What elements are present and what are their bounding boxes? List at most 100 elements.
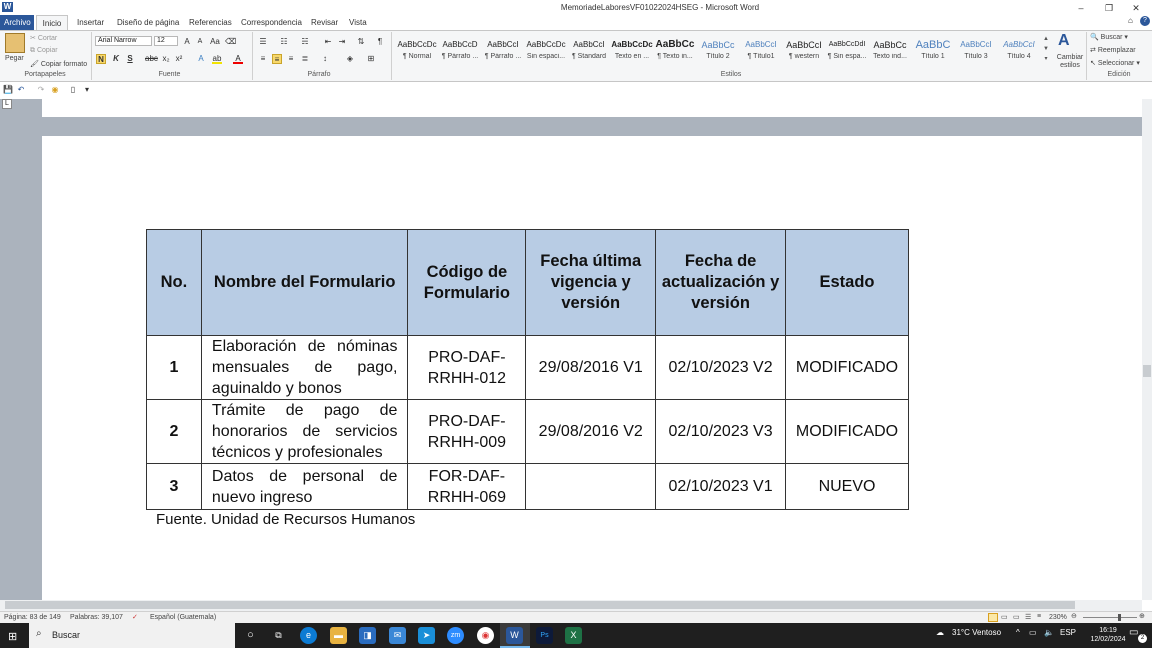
style-western[interactable]: AaBbCcI ¶ western — [783, 36, 825, 66]
vertical-scrollbar[interactable] — [1142, 99, 1152, 600]
vertical-scroll-thumb[interactable] — [1143, 365, 1151, 377]
zoom-slider[interactable] — [1083, 617, 1137, 618]
new-document-icon[interactable]: ▯ — [68, 85, 78, 95]
restore-icon[interactable]: ❐ — [1101, 2, 1117, 14]
copy-button[interactable]: ⧉ Copiar — [30, 47, 58, 55]
save-icon[interactable]: 💾 — [3, 85, 13, 95]
taskbar-search[interactable]: Buscar — [29, 623, 235, 648]
style-parrafo-1[interactable]: AaBbCcD ¶ Párrafo ... — [439, 36, 481, 66]
store-icon[interactable]: ◨ — [359, 627, 376, 644]
full-screen-icon[interactable]: ▭ — [1001, 613, 1008, 621]
numbering-icon[interactable]: ☷ — [279, 37, 289, 47]
show-hidden-icon[interactable]: ^ — [1016, 628, 1020, 637]
task-view-icon[interactable]: ⧉ — [270, 627, 287, 644]
weather-text[interactable]: 31°C Ventoso — [952, 628, 1001, 637]
style-texto-in[interactable]: AaBbCc ¶ Texto in... — [654, 36, 696, 66]
style-titulo-4[interactable]: AaBbCcI Título 4 — [998, 36, 1040, 66]
paste-button[interactable]: Pegar — [5, 55, 24, 62]
tab-referencias[interactable]: Referencias — [185, 15, 236, 30]
zoom-level[interactable]: 230% — [1049, 614, 1067, 621]
tab-revisar[interactable]: Revisar — [307, 15, 342, 30]
multilevel-list-icon[interactable]: ☵ — [300, 37, 310, 47]
change-styles-icon[interactable]: A — [1058, 32, 1070, 50]
text-effects-icon[interactable]: A — [196, 54, 206, 64]
word-icon[interactable]: W — [506, 627, 523, 644]
zoom-out-icon[interactable]: ⊖ — [1071, 612, 1077, 620]
superscript-icon[interactable]: x² — [174, 54, 184, 64]
style-sin-espaciado[interactable]: AaBbCcDc Sin espaci... — [525, 36, 567, 66]
style-titulo-3[interactable]: AaBbCcI Título 3 — [955, 36, 997, 66]
zoom-slider-thumb[interactable] — [1118, 614, 1121, 621]
underline-icon[interactable]: S — [125, 54, 135, 64]
show-marks-icon[interactable]: ¶ — [375, 37, 385, 47]
print-layout-icon[interactable] — [988, 613, 998, 622]
style-titulo1[interactable]: AaBbCcI ¶ Título1 — [740, 36, 782, 66]
sort-icon[interactable]: ⇅ — [356, 37, 366, 47]
input-language[interactable]: ESP — [1060, 628, 1076, 637]
style-sin-espa[interactable]: AaBbCcDdI ¶ Sin espa... — [826, 36, 868, 66]
format-painter-button[interactable]: 🖌 Copiar formato — [30, 60, 87, 68]
customize-icon[interactable]: ◉ — [50, 85, 60, 95]
style-titulo-2[interactable]: AaBbCc Título 2 — [697, 36, 739, 66]
photoshop-icon[interactable]: Ps — [536, 627, 553, 644]
align-left-icon[interactable]: ≡ — [258, 54, 268, 64]
style-normal[interactable]: AaBbCcDc ¶ Normal — [396, 36, 438, 66]
ruler-tab-selector[interactable]: L — [2, 99, 12, 109]
borders-icon[interactable]: ⊞ — [366, 54, 376, 64]
tab-correspondencia[interactable]: Correspondencia — [237, 15, 306, 30]
clear-format-icon[interactable]: ⌫ — [225, 37, 236, 47]
shading-icon[interactable]: ◈ — [345, 54, 355, 64]
style-parrafo-2[interactable]: AaBbCcI ¶ Párrafo ... — [482, 36, 524, 66]
font-size-select[interactable]: 12 — [154, 36, 178, 46]
grow-font-icon[interactable]: A — [182, 37, 192, 47]
tab-diseno-pagina[interactable]: Diseño de página — [113, 15, 183, 30]
styles-scroll-icon[interactable]: ▲ ▼ ▾ — [1042, 34, 1050, 66]
increase-indent-icon[interactable]: ⇥ — [337, 37, 347, 47]
style-titulo-1[interactable]: AaBbC Título 1 — [912, 36, 954, 66]
edge-icon[interactable]: e — [300, 627, 317, 644]
zoom-app-icon[interactable]: zm — [447, 627, 464, 644]
app-icon-arrow[interactable]: ➤ — [418, 627, 435, 644]
tab-archivo[interactable]: Archivo — [0, 15, 34, 30]
minimize-icon[interactable]: – — [1073, 2, 1089, 14]
help-icon[interactable]: ? — [1140, 16, 1150, 26]
page-count[interactable]: Página: 83 de 149 — [4, 614, 61, 621]
undo-icon[interactable]: ↶ — [16, 85, 26, 95]
font-family-select[interactable]: Arial Narrow — [95, 36, 152, 46]
proofing-icon[interactable]: ✓ — [132, 613, 138, 621]
align-right-icon[interactable]: ≡ — [286, 54, 296, 64]
change-case-icon[interactable]: Aa — [210, 37, 220, 47]
close-icon[interactable]: ✕ — [1128, 2, 1144, 14]
italic-icon[interactable]: K — [111, 54, 121, 64]
cut-button[interactable]: ✂ Cortar — [30, 34, 57, 42]
highlight-icon[interactable]: ab — [212, 54, 222, 64]
bullets-icon[interactable]: ☰ — [258, 37, 268, 47]
line-spacing-icon[interactable]: ↕ — [320, 54, 330, 64]
tab-vista[interactable]: Vista — [345, 15, 371, 30]
horizontal-scroll-thumb[interactable] — [5, 601, 1075, 609]
style-texto-en[interactable]: AaBbCcDc Texto en ... — [611, 36, 653, 66]
shrink-font-icon[interactable]: A — [195, 37, 205, 47]
decrease-indent-icon[interactable]: ⇤ — [323, 37, 333, 47]
style-standard[interactable]: AaBbCcI ¶ Standard — [568, 36, 610, 66]
justify-icon[interactable]: ≣ — [300, 54, 310, 64]
find-button[interactable]: 🔍 Buscar ▾ — [1090, 33, 1128, 41]
strikethrough-icon[interactable]: abc — [145, 54, 158, 64]
network-icon[interactable]: ▭ — [1029, 628, 1037, 637]
change-styles-button[interactable]: Cambiar estilos — [1054, 54, 1086, 70]
minimize-ribbon-icon[interactable]: ⌂ — [1128, 16, 1133, 25]
chrome-icon[interactable]: ◉ — [477, 627, 494, 644]
word-count[interactable]: Palabras: 39,107 — [70, 614, 123, 621]
start-icon[interactable]: ⊞ — [8, 630, 17, 643]
document-area[interactable]: No. Nombre del Formulario Código de Form… — [0, 99, 1142, 600]
tab-insertar[interactable]: Insertar — [73, 15, 108, 30]
zoom-in-icon[interactable]: ⊕ — [1139, 612, 1145, 620]
font-color-icon[interactable]: A — [233, 54, 243, 64]
replace-button[interactable]: ⇄ Reemplazar — [1090, 46, 1136, 54]
volume-icon[interactable]: 🔈 — [1044, 628, 1054, 637]
excel-icon[interactable]: X — [565, 627, 582, 644]
select-button[interactable]: ↖ Seleccionar ▾ — [1090, 59, 1140, 67]
align-center-icon[interactable]: ≡ — [272, 54, 282, 64]
tab-inicio[interactable]: Inicio — [36, 15, 68, 30]
cortana-icon[interactable]: ○ — [242, 627, 259, 644]
